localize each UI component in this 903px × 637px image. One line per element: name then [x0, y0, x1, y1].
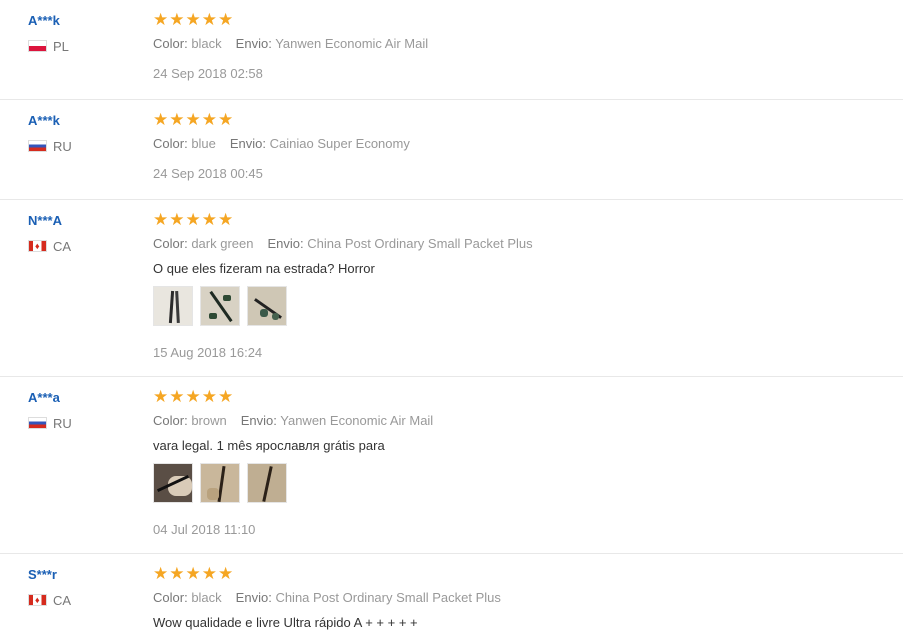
review-comment: O que eles fizeram na estrada? Horror [153, 261, 375, 276]
color-value: dark green [191, 236, 254, 251]
country-code: RU [53, 416, 72, 431]
review-meta: Color: black Envio: Yanwen Economic Air M… [153, 36, 428, 52]
star-rating: ★★★★★ [153, 387, 235, 406]
color-label: Color: [153, 136, 188, 151]
review-photo-thumbnail[interactable] [200, 286, 240, 326]
shipping-label: Envio: [229, 136, 267, 151]
reviewer-name: A***k [28, 13, 60, 28]
review-photos [153, 286, 294, 328]
flag-ru-icon [28, 140, 47, 152]
country-code: PL [53, 39, 69, 54]
review-comment: vara legal. 1 mês ярославля grátis para [153, 438, 385, 453]
color-label: Color: [153, 590, 188, 605]
review-meta: Color: dark green Envio: China Post Ordin… [153, 236, 533, 252]
review-photo-thumbnail[interactable] [200, 463, 240, 503]
color-value: black [191, 590, 222, 605]
review-item: A***k PL ★★★★★ Color: black Envio: Yanwen… [0, 0, 903, 100]
shipping-value: China Post Ordinary Small Packet Plus [307, 236, 533, 251]
shipping-value: Yanwen Economic Air Mail [280, 413, 434, 428]
flag-ru-icon [28, 417, 47, 429]
color-label: Color: [153, 413, 188, 428]
color-label: Color: [153, 236, 188, 251]
star-rating: ★★★★★ [153, 564, 235, 583]
star-rating: ★★★★★ [153, 10, 235, 29]
shipping-value: Yanwen Economic Air Mail [275, 36, 429, 51]
country-code: CA [53, 593, 72, 608]
review-meta: Color: brown Envio: Yanwen Economic Air M… [153, 413, 433, 429]
review-comment: Wow qualidade e livre Ultra rápido A + +… [153, 615, 418, 630]
shipping-label: Envio: [235, 590, 272, 605]
reviewer-country: RU [28, 139, 72, 155]
review-item: A***k RU ★★★★★ Color: blue Envio: Cainiao… [0, 100, 903, 200]
review-photo-thumbnail[interactable] [247, 463, 287, 503]
shipping-label: Envio: [235, 36, 272, 51]
reviewer-name: A***k [28, 113, 60, 128]
reviewer-name: N***A [28, 213, 62, 228]
review-photo-thumbnail[interactable] [153, 286, 193, 326]
color-value: blue [191, 136, 216, 151]
shipping-value: Cainiao Super Economy [269, 136, 410, 151]
review-photo-thumbnail[interactable] [247, 286, 287, 326]
country-code: CA [53, 239, 72, 254]
flag-pl-icon [28, 40, 47, 52]
color-value: black [191, 36, 222, 51]
review-photos [153, 463, 294, 505]
review-date: 04 Jul 2018 11:10 [153, 522, 256, 537]
review-date: 15 Aug 2018 16:24 [153, 345, 263, 360]
shipping-label: Envio: [267, 236, 304, 251]
reviewer-country: RU [28, 416, 72, 432]
review-meta: Color: blue Envio: Cainiao Super Economy [153, 136, 410, 152]
country-code: RU [53, 139, 72, 154]
reviewer-country: CA [28, 593, 71, 609]
reviewer-name: S***r [28, 567, 57, 582]
shipping-value: China Post Ordinary Small Packet Plus [275, 590, 501, 605]
star-rating: ★★★★★ [153, 110, 235, 129]
reviewer-name: A***a [28, 390, 60, 405]
review-item: S***r CA ★★★★★ Color: black Envio: China … [0, 554, 903, 637]
shipping-label: Envio: [240, 413, 277, 428]
flag-ca-icon [28, 240, 47, 252]
review-photo-thumbnail[interactable] [153, 463, 193, 503]
review-date: 24 Sep 2018 02:58 [153, 66, 263, 81]
color-value: brown [191, 413, 227, 428]
review-date: 24 Sep 2018 00:45 [153, 166, 263, 181]
review-meta: Color: black Envio: China Post Ordinary S… [153, 590, 501, 606]
color-label: Color: [153, 36, 188, 51]
star-rating: ★★★★★ [153, 210, 235, 229]
reviewer-country: PL [28, 39, 69, 55]
flag-ca-icon [28, 594, 47, 606]
review-item: N***A CA ★★★★★ Color: dark green Envio: C… [0, 200, 903, 377]
reviewer-country: CA [28, 239, 71, 255]
review-item: A***a RU ★★★★★ Color: brown Envio: Yanwen… [0, 377, 903, 554]
